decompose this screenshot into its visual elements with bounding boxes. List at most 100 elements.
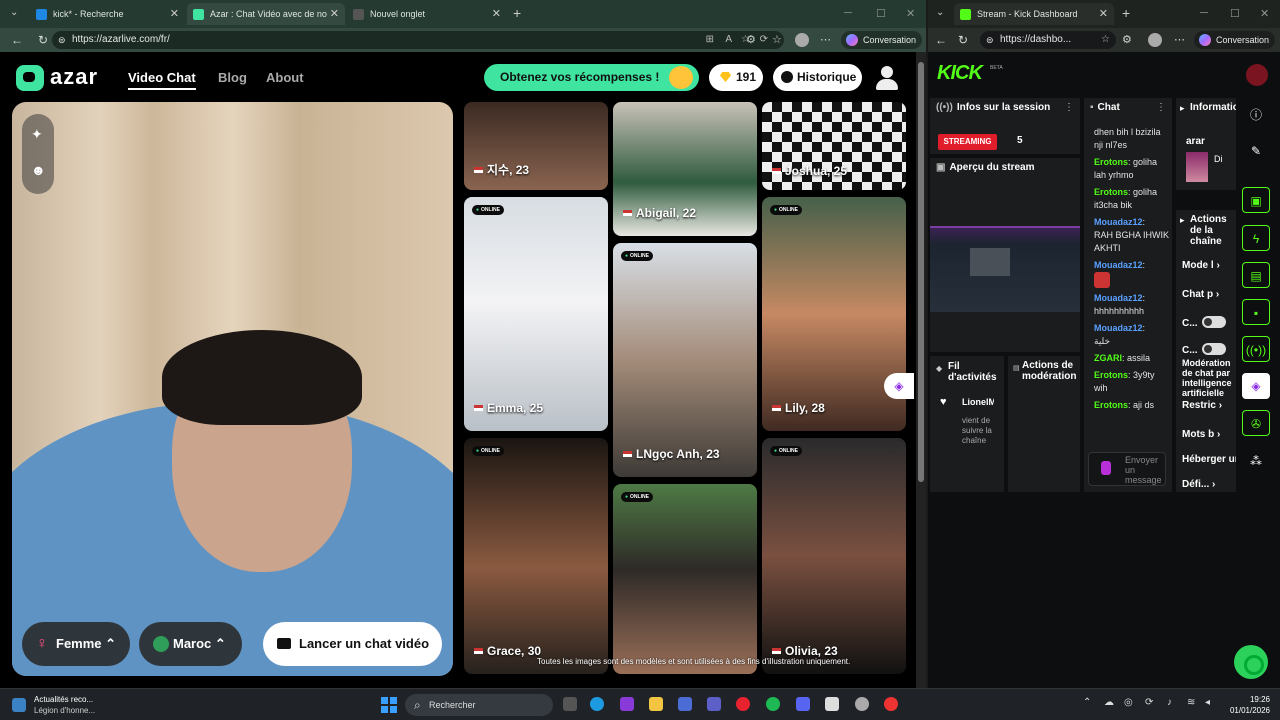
- ai-moderation-label[interactable]: Modération de chat par intelligence arti…: [1182, 358, 1234, 398]
- chat-username[interactable]: ZGARI: [1094, 353, 1122, 363]
- toggle-switch[interactable]: [1201, 343, 1226, 355]
- channel-avatar[interactable]: [1246, 64, 1268, 86]
- emote-icon[interactable]: [1101, 461, 1111, 475]
- close-tab-icon[interactable]: ✕: [170, 7, 179, 20]
- minimize-icon[interactable]: ─: [1200, 7, 1208, 19]
- azar-wordmark[interactable]: azar: [50, 64, 98, 90]
- profile-card[interactable]: ONLINE: [613, 484, 757, 674]
- nav-about[interactable]: About: [266, 70, 304, 85]
- refresh-page-icon[interactable]: ⟳: [760, 31, 768, 49]
- profile-card[interactable]: ONLINE Olivia, 23: [762, 438, 906, 674]
- gender-filter-button[interactable]: ♀ Femme ⌃: [22, 622, 130, 666]
- tray-chevron-up-icon[interactable]: ⌃: [1083, 697, 1091, 708]
- copilot-conversation-button[interactable]: Conversation: [841, 31, 923, 49]
- gem-widget-icon[interactable]: ◈: [1242, 373, 1270, 399]
- url-field[interactable]: ⊜ https://dashbo... ☆: [980, 31, 1116, 49]
- extensions-icon[interactable]: ⚙: [1122, 33, 1132, 46]
- new-tab-icon[interactable]: +: [1122, 5, 1130, 21]
- refresh-icon[interactable]: ↻: [36, 33, 50, 47]
- chat-input[interactable]: Envoyer un message: [1088, 452, 1166, 486]
- panel-menu-icon[interactable]: ⋮: [1156, 102, 1166, 113]
- favorite-star-icon[interactable]: ☆: [1101, 31, 1110, 49]
- opera-icon[interactable]: [736, 697, 750, 711]
- wifi-icon[interactable]: ≋: [1187, 697, 1195, 708]
- maximize-icon[interactable]: ☐: [1230, 7, 1240, 20]
- stream-preview-thumbnail[interactable]: [930, 226, 1080, 312]
- chat-username[interactable]: Mouadaz12: [1094, 217, 1143, 227]
- chat-toggle-icon[interactable]: ▪: [1242, 299, 1270, 325]
- action-row[interactable]: Défi... ›: [1182, 479, 1215, 490]
- more-menu-icon[interactable]: ⋯: [1174, 33, 1185, 46]
- profile-card[interactable]: ONLINE Emma, 25: [464, 197, 608, 431]
- chat-username[interactable]: Erotons: [1094, 370, 1128, 380]
- profile-card[interactable]: ONLINE Lily, 28: [762, 197, 906, 431]
- twitch-app-icon[interactable]: [620, 697, 634, 711]
- toggle-switch[interactable]: [1201, 316, 1226, 328]
- more-options-icon[interactable]: ⁂: [1242, 448, 1270, 474]
- back-icon[interactable]: ←: [10, 33, 24, 47]
- news-widget-icon[interactable]: [12, 698, 26, 712]
- close-tab-icon[interactable]: ✕: [326, 7, 339, 20]
- azar-logo-icon[interactable]: [16, 65, 44, 91]
- windows-start-icon[interactable]: [381, 697, 397, 713]
- favorites-icon[interactable]: ☆: [772, 33, 782, 46]
- preview-toggle-icon[interactable]: ▣: [1242, 187, 1270, 213]
- history-button[interactable]: Historique: [773, 64, 862, 91]
- tray-app-icon[interactable]: ☁: [1104, 697, 1114, 708]
- new-tab-icon[interactable]: +: [513, 5, 521, 21]
- taskbar-search[interactable]: Rechercher: [405, 694, 553, 716]
- close-window-icon[interactable]: ✕: [1260, 7, 1269, 20]
- profile-card[interactable]: 지수, 23: [464, 102, 608, 190]
- close-tab-icon[interactable]: ✕: [1095, 7, 1108, 20]
- discord-icon[interactable]: [796, 697, 810, 711]
- system-clock[interactable]: 19:26 01/01/2026: [1222, 694, 1270, 716]
- tab-azar[interactable]: Azar : Chat Vidéo avec de no ✕: [187, 3, 345, 25]
- action-row[interactable]: Mode l ›: [1182, 260, 1220, 271]
- face-mask-icon[interactable]: ☻: [31, 162, 46, 178]
- edit-pencil-icon[interactable]: ✎: [1242, 138, 1270, 164]
- kick-logo[interactable]: KICK: [937, 62, 983, 85]
- chat-username[interactable]: Mouadaz12: [1094, 293, 1143, 303]
- chat-username[interactable]: Erotons: [1094, 187, 1128, 197]
- chat-username[interactable]: Erotons: [1094, 157, 1128, 167]
- teams-icon[interactable]: [707, 697, 721, 711]
- close-window-icon[interactable]: ✕: [906, 7, 915, 20]
- action-row[interactable]: Mots b ›: [1182, 429, 1220, 440]
- read-aloud-icon[interactable]: A: [725, 31, 732, 49]
- news-widget[interactable]: Actualités reco... Légion d'honne...: [34, 694, 95, 716]
- document-icon[interactable]: ▤: [1242, 262, 1270, 288]
- spotify-icon[interactable]: [766, 697, 780, 711]
- obs-icon[interactable]: [825, 697, 839, 711]
- panel-menu-icon[interactable]: ⋮: [1064, 102, 1074, 113]
- wrench-icon[interactable]: ✇: [1242, 410, 1270, 436]
- tray-app-icon[interactable]: ◎: [1124, 697, 1133, 708]
- gems-counter[interactable]: 191: [709, 64, 763, 91]
- tab-new-tab[interactable]: Nouvel onglet ✕: [347, 3, 507, 25]
- tab-kick-search[interactable]: kick* - Recherche ✕: [30, 3, 185, 25]
- tab-list-icon[interactable]: ⌄: [10, 7, 18, 18]
- more-menu-icon[interactable]: ⋯: [820, 33, 831, 46]
- file-explorer-icon[interactable]: [649, 697, 663, 711]
- microphone-icon[interactable]: ♪: [1167, 697, 1172, 708]
- support-chat-button[interactable]: [1234, 645, 1268, 679]
- action-row[interactable]: Restric ›: [1182, 400, 1222, 411]
- host-action[interactable]: Héberger ur: [1182, 454, 1236, 465]
- tab-kick-dashboard[interactable]: Stream - Kick Dashboard ✕: [954, 3, 1114, 25]
- chat-username[interactable]: Mouadaz12: [1094, 260, 1143, 270]
- action-row[interactable]: Chat p ›: [1182, 289, 1219, 300]
- profile-card[interactable]: Joshua, 25: [762, 102, 906, 190]
- category-thumbnail[interactable]: [1186, 152, 1208, 182]
- action-row[interactable]: C...: [1182, 316, 1226, 329]
- action-row[interactable]: C...: [1182, 343, 1226, 356]
- maximize-icon[interactable]: ☐: [876, 7, 886, 20]
- nav-blog[interactable]: Blog: [218, 70, 247, 85]
- info-icon[interactable]: ⓘ: [1242, 102, 1270, 128]
- activity-user[interactable]: LionelM: [962, 397, 994, 407]
- page-scrollbar[interactable]: [916, 52, 926, 688]
- back-icon[interactable]: ←: [934, 33, 948, 47]
- rewards-button[interactable]: Obtenez vos récompenses !: [484, 64, 699, 91]
- nav-video-chat[interactable]: Video Chat: [128, 70, 196, 90]
- scrollbar-thumb[interactable]: [918, 62, 924, 482]
- edge-browser-icon[interactable]: [590, 697, 604, 711]
- broadcast-icon[interactable]: ((•)): [1242, 336, 1270, 362]
